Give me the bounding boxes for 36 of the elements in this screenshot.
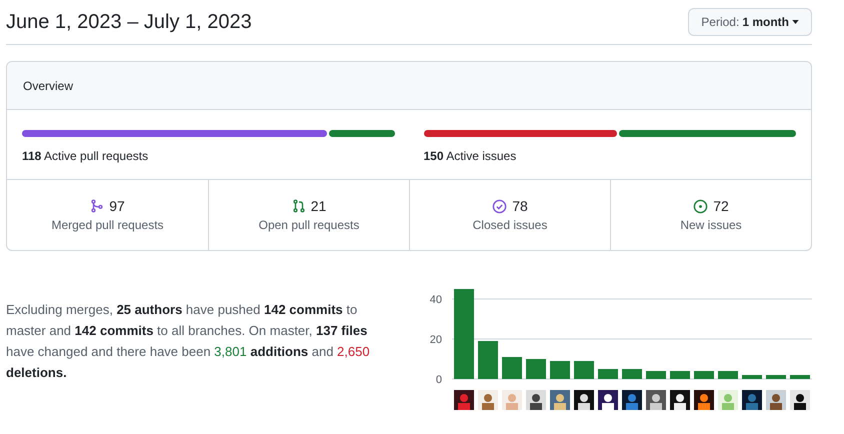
commit-bar [574, 361, 594, 379]
stat-count: 78 [512, 198, 528, 214]
axis-tick-label: 40 [430, 294, 442, 306]
stat-count: 21 [310, 198, 326, 214]
date-range-title: June 1, 2023 – July 1, 2023 [6, 10, 252, 34]
commit-bar [502, 357, 522, 379]
commit-bar [526, 359, 546, 379]
stat-count: 97 [109, 198, 125, 214]
commit-bar [670, 371, 690, 379]
bar-label: 150 Active issues [424, 149, 516, 163]
panel-title: Overview [23, 78, 74, 92]
summary-text: Excluding merges, 25 authors have pushed 142 commits to master and 142 commits to all branches. On master, 137 files have changed and there have been 3,801 additions and 2,650 deletions. [6, 301, 371, 382]
stat-label[interactable]: Closed issues [472, 218, 548, 232]
axis-tick-label: 20 [430, 334, 442, 346]
commit-bar [646, 371, 666, 379]
commit-bar [478, 341, 498, 379]
check-circle-icon [492, 198, 508, 214]
commit-bar [622, 369, 642, 379]
merge-icon [90, 199, 104, 213]
bar-label: 118 Active pull requests [22, 149, 148, 163]
commit-bar [598, 369, 618, 379]
commit-bar [766, 375, 786, 379]
period-dropdown[interactable]: Period: 1 month [688, 8, 812, 36]
commit-bar [694, 371, 714, 379]
stat-label[interactable]: Open pull requests [258, 218, 360, 232]
stat-label[interactable]: New issues [680, 218, 742, 232]
commit-bar [718, 371, 738, 379]
issue-icon [693, 198, 708, 214]
stat-label[interactable]: Merged pull requests [51, 218, 164, 232]
axis-tick-label: 0 [436, 374, 442, 386]
pull-request-icon [292, 199, 306, 213]
stat-count: 72 [713, 198, 729, 214]
commit-bar [790, 375, 810, 379]
commit-bar [742, 375, 762, 379]
commit-bar [550, 361, 570, 379]
caret-icon [792, 20, 799, 24]
